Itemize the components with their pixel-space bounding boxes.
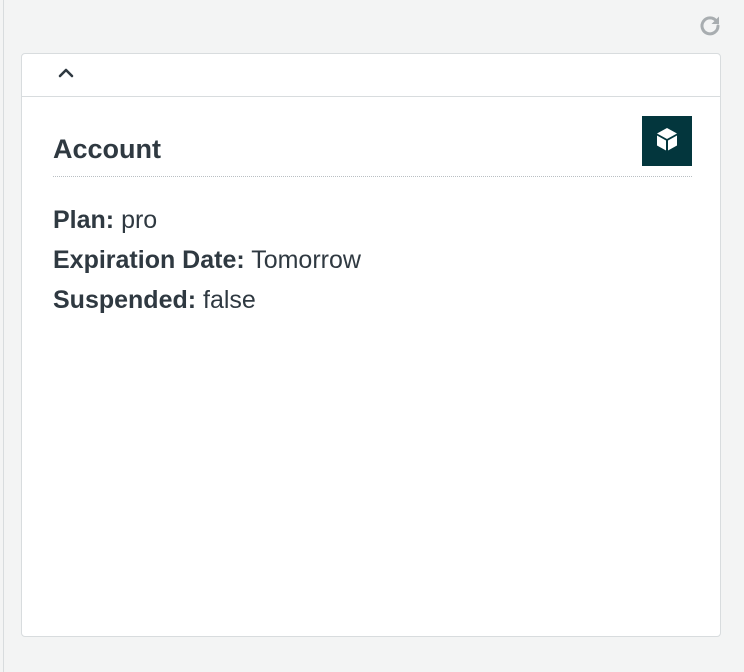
field-label: Expiration Date:: [53, 246, 245, 274]
account-fields: Plan: pro Expiration Date: Tomorrow Susp…: [53, 200, 692, 320]
field-plan: Plan: pro: [53, 200, 692, 240]
collapse-button[interactable]: [53, 64, 79, 86]
field-value: pro: [121, 206, 158, 234]
chevron-up-icon: [57, 66, 75, 84]
field-label: Plan:: [53, 206, 115, 234]
app-badge: [642, 116, 692, 166]
section-header: Account: [53, 116, 692, 177]
account-panel: Account Plan: pro Expiration Date: Tomor…: [21, 53, 721, 637]
sidebar-divider: [3, 0, 4, 672]
panel-header: [22, 54, 720, 97]
field-suspended: Suspended: false: [53, 280, 692, 320]
panel-body: Account Plan: pro Expiration Date: Tomor…: [53, 116, 692, 320]
section-title: Account: [53, 134, 161, 164]
refresh-button[interactable]: [697, 15, 723, 41]
field-label: Suspended:: [53, 286, 197, 314]
refresh-icon: [698, 14, 722, 43]
field-expiration-date: Expiration Date: Tomorrow: [53, 240, 692, 280]
cube-icon: [654, 126, 680, 157]
field-value: false: [203, 286, 256, 314]
field-value: Tomorrow: [251, 246, 361, 274]
